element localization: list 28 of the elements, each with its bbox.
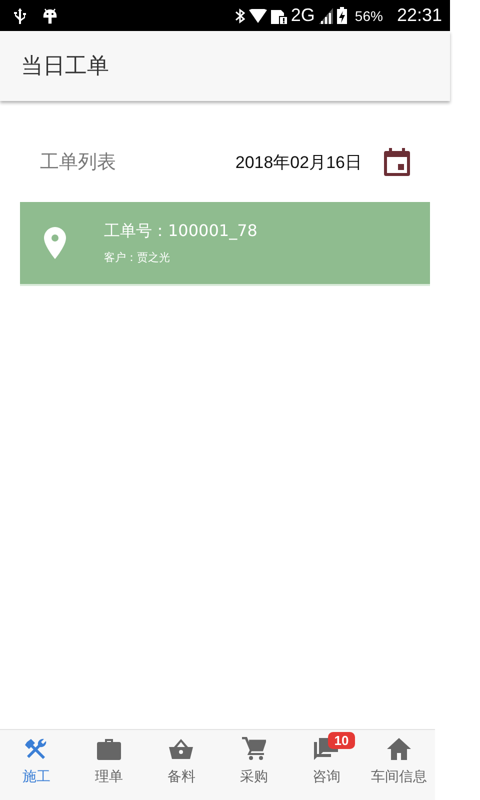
- page-title: 当日工单: [21, 53, 109, 81]
- clock: 22:31: [396, 5, 442, 26]
- battery-percent: 56%: [354, 8, 383, 24]
- home-icon: [386, 738, 411, 760]
- network-type: 2G: [290, 5, 315, 26]
- usb-icon: [14, 8, 26, 24]
- nav-tab[interactable]: 备料: [145, 730, 218, 800]
- shopping-cart-icon: [242, 737, 266, 761]
- sim-card-icon: [270, 8, 287, 24]
- section-title: 工单列表: [40, 150, 117, 175]
- android-icon: [42, 8, 58, 24]
- notification-badge: 10: [328, 732, 355, 749]
- nav-tab[interactable]: 理单: [72, 730, 145, 800]
- wifi-icon: [248, 8, 267, 22]
- nav-tab[interactable]: 10 咨询: [290, 730, 362, 800]
- battery-icon: [336, 7, 347, 24]
- nav-tab[interactable]: 施工: [0, 730, 72, 800]
- calendar-icon[interactable]: [384, 148, 410, 176]
- bluetooth-icon: [234, 8, 245, 24]
- location-pin-icon: [43, 227, 67, 259]
- order-number: 工单号：100001_78: [104, 221, 258, 242]
- customer-name: 客户：贾之光: [104, 250, 171, 265]
- basket-icon: [169, 738, 194, 760]
- nav-tab[interactable]: 采购: [218, 730, 290, 800]
- briefcase-icon: [96, 738, 121, 760]
- signal-icon: [318, 8, 333, 24]
- nav-tab[interactable]: 车间信息: [362, 730, 435, 800]
- date-text: 2018年02月16日: [235, 152, 362, 174]
